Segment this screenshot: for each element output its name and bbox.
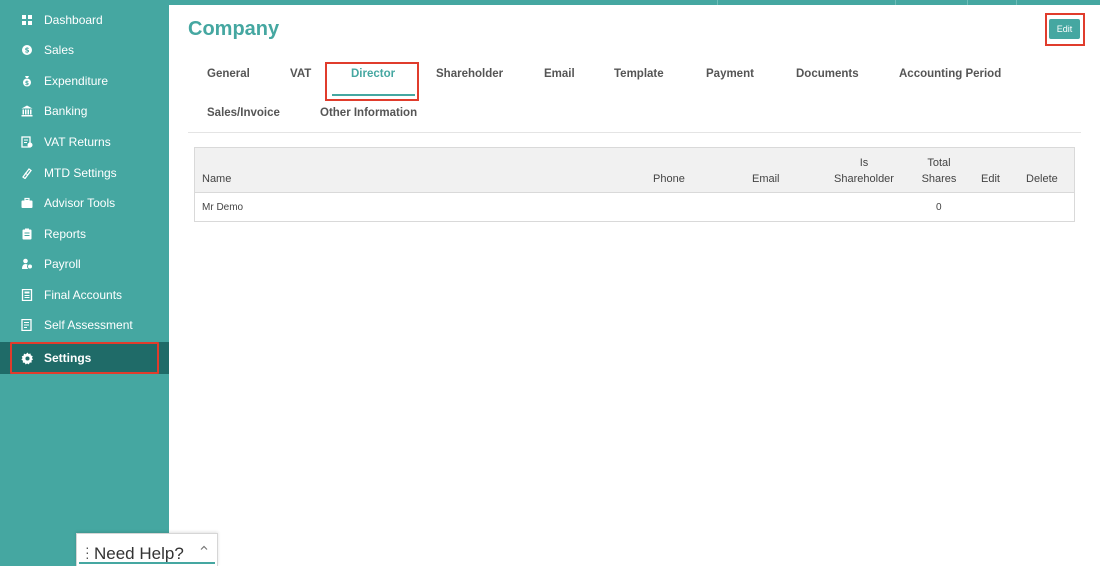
tab-general[interactable]: General: [207, 68, 250, 80]
table-row[interactable]: Mr Demo 0: [195, 194, 1074, 221]
self-assessment-icon: [20, 318, 34, 332]
sidebar-item-final-accounts[interactable]: Final Accounts: [0, 280, 169, 310]
tab-vat[interactable]: VAT: [290, 68, 311, 80]
tab-documents[interactable]: Documents: [796, 68, 859, 80]
sidebar-item-label: Banking: [44, 104, 88, 118]
column-header-is-shareholder-line1: Is: [859, 157, 869, 169]
sidebar-item-label: Expenditure: [44, 74, 109, 88]
tab-bar: General VAT Director Shareholder Email T…: [188, 61, 1081, 133]
directors-table: Name Phone Email Is Shareholder Total Sh…: [194, 147, 1075, 222]
sidebar-item-dashboard[interactable]: Dashboard: [0, 5, 169, 35]
sidebar-item-label: Self Assessment: [44, 318, 133, 332]
chevron-up-icon[interactable]: [199, 543, 209, 553]
column-header-name[interactable]: Name: [202, 171, 231, 187]
sidebar-item-sales[interactable]: $ Sales: [0, 35, 169, 65]
edit-button[interactable]: Edit: [1049, 19, 1080, 39]
sidebar-item-vat-returns[interactable]: VAT Returns: [0, 127, 169, 157]
sidebar-item-advisor-tools[interactable]: Advisor Tools: [0, 188, 169, 218]
svg-text:$: $: [25, 80, 29, 87]
tab-email[interactable]: Email: [544, 68, 575, 80]
sidebar-item-payroll[interactable]: Payroll: [0, 249, 169, 279]
sidebar-item-label: Final Accounts: [44, 288, 123, 302]
column-header-phone[interactable]: Phone: [653, 171, 685, 187]
tab-director[interactable]: Director: [351, 68, 395, 80]
sidebar-item-label: Dashboard: [44, 13, 103, 27]
column-header-total-shares-line1: Total: [927, 157, 951, 169]
mtd-settings-icon: [20, 166, 34, 180]
sidebar-item-label: Settings: [44, 351, 92, 365]
sidebar-item-label: VAT Returns: [44, 135, 111, 149]
sidebar-item-label: Payroll: [44, 257, 81, 271]
table-header: Name Phone Email Is Shareholder Total Sh…: [195, 148, 1074, 193]
active-tab-underline: [332, 94, 415, 96]
gear-icon: [20, 351, 34, 365]
sidebar-item-banking[interactable]: Banking: [0, 96, 169, 126]
column-header-email[interactable]: Email: [752, 171, 780, 187]
svg-text:$: $: [25, 47, 30, 55]
column-header-total-shares[interactable]: Total Shares: [917, 155, 961, 187]
main-content: Company Edit General VAT Director Shareh…: [169, 5, 1100, 566]
tab-accounting-period[interactable]: Accounting Period: [899, 68, 1001, 80]
briefcase-icon: [20, 196, 34, 210]
tab-sales-invoice[interactable]: Sales/Invoice: [207, 107, 280, 119]
reports-icon: [20, 227, 34, 241]
sidebar-item-mtd-settings[interactable]: MTD Settings: [0, 158, 169, 188]
sidebar-item-settings[interactable]: Settings: [0, 342, 169, 374]
sidebar-item-label: Reports: [44, 227, 87, 241]
dashboard-icon: [20, 13, 34, 27]
sidebar-item-reports[interactable]: Reports: [0, 219, 169, 249]
column-header-delete[interactable]: Delete: [1026, 171, 1058, 187]
bank-icon: [20, 104, 34, 118]
column-header-is-shareholder[interactable]: Is Shareholder: [830, 155, 898, 187]
payroll-icon: [20, 257, 34, 271]
column-header-is-shareholder-line2: Shareholder: [834, 173, 894, 185]
sidebar-item-expenditure[interactable]: $ Expenditure: [0, 66, 169, 96]
sidebar: Dashboard $ Sales $ Expenditure Banking: [0, 0, 169, 566]
column-header-edit[interactable]: Edit: [981, 171, 1000, 187]
sidebar-item-label: Sales: [44, 43, 75, 57]
need-help-widget[interactable]: · · · Need Help?: [76, 533, 218, 566]
tab-other-information[interactable]: Other Information: [320, 107, 417, 119]
tab-payment[interactable]: Payment: [706, 68, 754, 80]
cell-total-shares: 0: [936, 202, 942, 213]
app-window: Dashboard $ Sales $ Expenditure Banking: [0, 0, 1100, 566]
final-accounts-icon: [20, 288, 34, 302]
expenditure-icon: $: [20, 74, 34, 88]
cell-name: Mr Demo: [202, 202, 244, 213]
tab-shareholder[interactable]: Shareholder: [436, 68, 503, 80]
sidebar-item-label: Advisor Tools: [44, 196, 116, 210]
vat-returns-icon: [20, 135, 34, 149]
tabs-divider: [188, 132, 1081, 133]
page-title: Company: [188, 18, 280, 40]
need-help-underline: [79, 562, 215, 564]
tab-template[interactable]: Template: [614, 68, 664, 80]
sidebar-item-self-assessment[interactable]: Self Assessment: [0, 310, 169, 340]
drag-handle-icon[interactable]: · · ·: [85, 540, 90, 564]
column-header-total-shares-line2: Shares: [921, 173, 957, 185]
sidebar-item-label: MTD Settings: [44, 166, 117, 180]
need-help-label: Need Help?: [94, 544, 184, 563]
sales-icon: $: [20, 43, 34, 57]
